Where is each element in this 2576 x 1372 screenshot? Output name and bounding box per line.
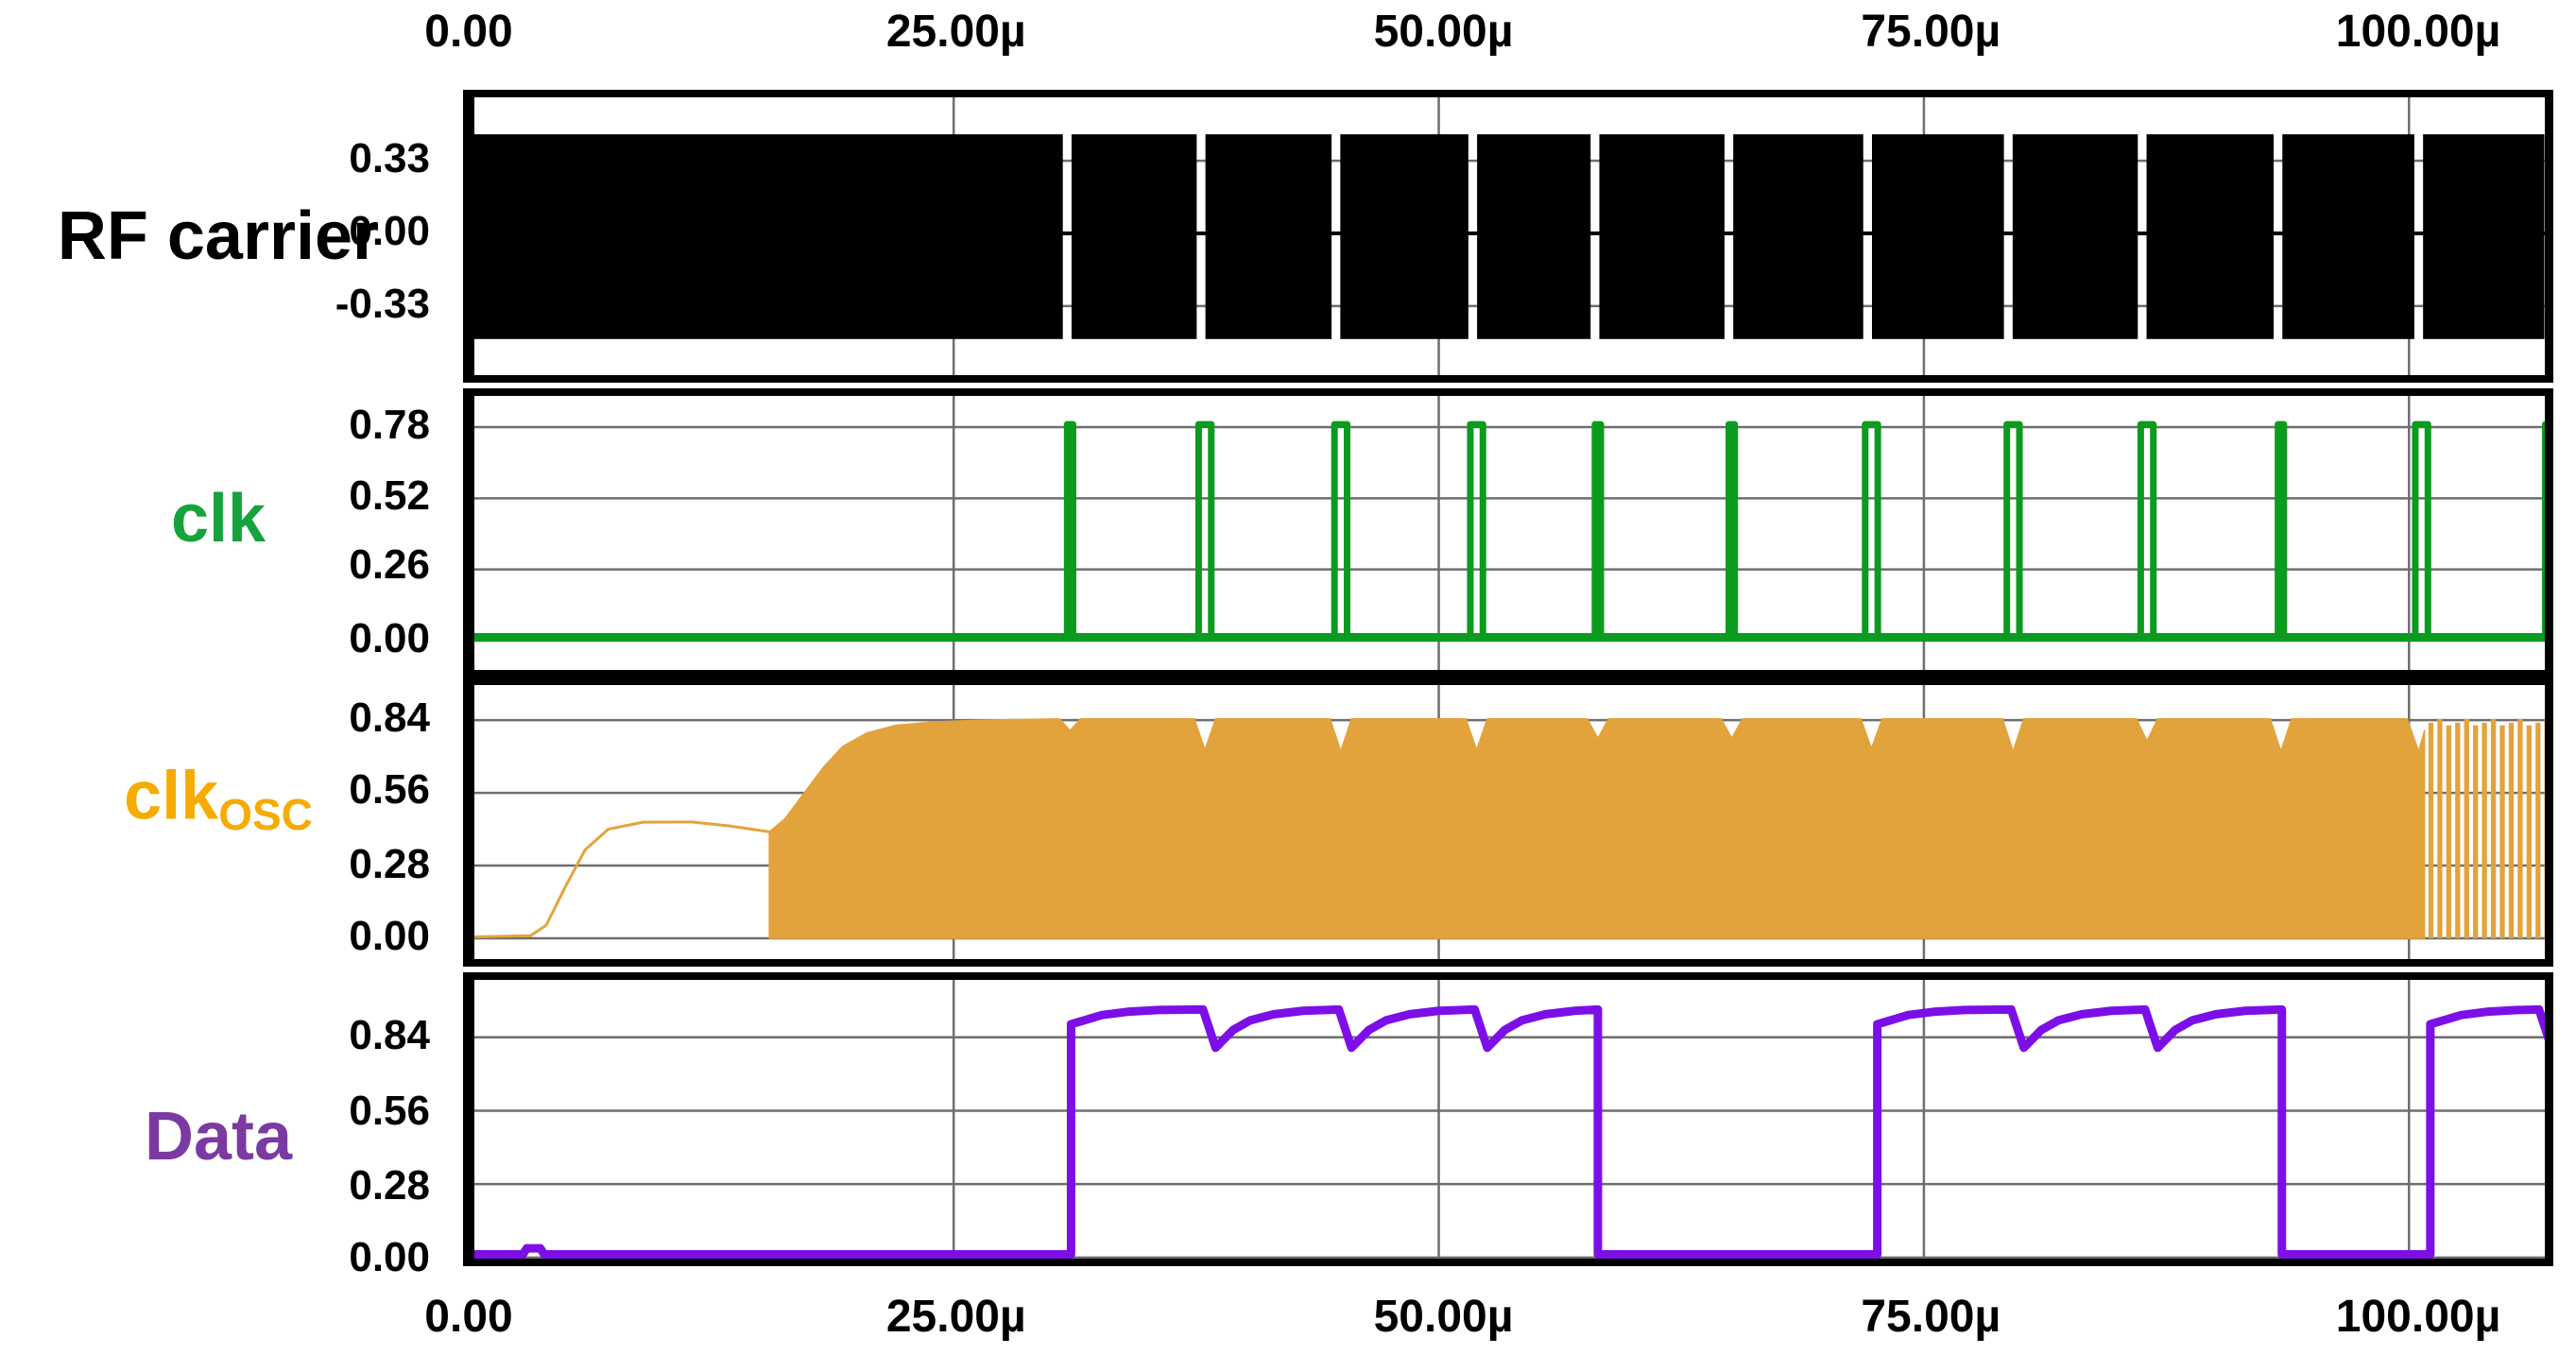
time-tick-label-top: 100.00µ: [2276, 6, 2560, 58]
ytick-label-data: 0.84: [260, 1012, 430, 1059]
ytick-label-clk-osc: 0.56: [260, 766, 430, 814]
ytick-label-data: 0.00: [260, 1234, 430, 1281]
clk-waveform: [474, 396, 2545, 670]
time-tick-label-bottom: 25.00µ: [815, 1291, 1098, 1343]
panel-clk-osc: [463, 677, 2553, 967]
data-waveform: [474, 980, 2545, 1259]
ytick-label-clk-osc: 0.28: [260, 841, 430, 888]
ytick-label-clk-osc: 0.84: [260, 695, 430, 742]
time-tick-label-top: 75.00µ: [1789, 6, 2072, 58]
ytick-label-rf-carrier: -0.33: [260, 281, 430, 328]
ytick-label-clk: 0.52: [260, 472, 430, 520]
gridlines: [474, 396, 2545, 670]
ytick-label-rf-carrier: 0.00: [260, 208, 430, 255]
time-tick-label-bottom: 50.00µ: [1302, 1291, 1586, 1343]
ytick-label-data: 0.28: [260, 1162, 430, 1209]
time-tick-label-top: 50.00µ: [1302, 6, 1586, 58]
ytick-label-clk: 0.00: [260, 615, 430, 662]
time-tick-label-top: 25.00µ: [815, 6, 1098, 58]
panel-rf-carrier: [463, 90, 2553, 383]
ytick-label-data: 0.56: [260, 1088, 430, 1135]
ytick-label-clk: 0.26: [260, 541, 430, 589]
panel-clk: [463, 388, 2553, 677]
ytick-label-clk-osc: 0.00: [260, 913, 430, 960]
gridlines: [474, 980, 2545, 1259]
panel-data: [463, 972, 2553, 1266]
ytick-label-clk: 0.78: [260, 402, 430, 449]
time-tick-label-bottom: 75.00µ: [1789, 1291, 2072, 1343]
time-tick-label-bottom: 0.00: [327, 1291, 610, 1343]
time-tick-label-bottom: 100.00µ: [2276, 1291, 2560, 1343]
waveform-figure: 0.0025.00µ50.00µ75.00µ100.00µ RF carrier…: [0, 0, 2576, 1372]
ytick-label-rf-carrier: 0.33: [260, 135, 430, 182]
rf-carrier-waveform: [474, 97, 2545, 375]
time-tick-label-top: 0.00: [327, 6, 610, 58]
row-label-text: clk: [171, 481, 266, 557]
clk-osc-waveform: [474, 685, 2545, 959]
row-label-text: clk: [124, 758, 218, 833]
